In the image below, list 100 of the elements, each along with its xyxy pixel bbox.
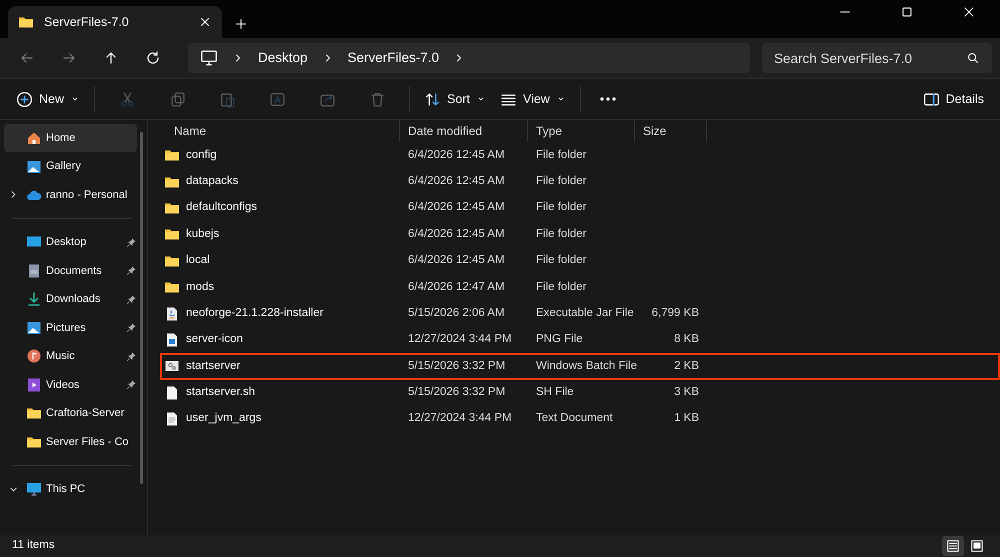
file-icon [164,384,180,401]
gallery-icon [26,158,42,175]
file-row[interactable]: user_jvm_args 12/27/2024 3:44 PM Text Document 1 KB [160,406,1000,432]
details-view-icon [946,539,960,553]
refresh-icon[interactable] [145,50,161,66]
sort-button[interactable]: Sort [418,83,492,115]
music-icon [26,348,42,364]
date-cell-text: 6/4/2026 12:47 AM [407,280,506,295]
date-cell-text: 5/15/2026 2:06 AM [407,306,506,321]
size-cell: 6,799 KB [652,306,699,319]
computer-icon [200,49,218,67]
file-name: user_jvm_args [186,411,262,426]
more-icon [600,97,616,101]
sidebar-item[interactable]: Gallery [4,152,137,181]
file-name: datapacks [186,174,238,189]
sidebar-item[interactable]: Documents [4,256,137,286]
file-row[interactable]: kubejs 6/4/2026 12:45 AM File folder [160,221,1000,248]
sidebar-item[interactable]: Music [4,342,137,371]
file-row[interactable]: startserver.sh 5/15/2026 3:32 PM SH File 3 KB [160,380,1000,406]
file-name: local [186,253,210,268]
home-icon [26,130,42,146]
type-cell-text: File folder [535,280,588,295]
file-row[interactable]: startserver 5/15/2026 3:32 PM Windows Batch File 2 KB [160,353,1000,380]
item-count: 11 items [12,538,55,554]
type-cell-text: File folder [535,200,588,216]
type-cell-text: File folder [535,174,588,189]
date-cell-text: 6/4/2026 12:45 AM [407,174,506,189]
breadcrumb-item[interactable]: Desktop [258,48,308,68]
address-bar[interactable]: Desktop ServerFiles-7.0 [188,43,750,73]
rename-icon [268,90,286,108]
column-header[interactable]: Date modified [400,120,528,142]
details-view-toggle[interactable] [942,536,964,556]
file-name: startserver [186,358,240,374]
trash-icon [368,90,386,108]
sidebar-item[interactable]: Server Files - Co [4,428,137,456]
column-header[interactable]: Size [635,120,707,142]
window-tab[interactable]: ServerFiles-7.0 [8,6,222,38]
scissors-icon [118,90,136,108]
size-cell: 2 KB [674,360,699,372]
search-field[interactable]: Search ServerFiles-7.0 [762,43,992,73]
file-row[interactable]: datapacks 6/4/2026 12:45 AM File folder [160,168,1000,195]
file-name: mods [186,280,214,295]
sidebar-item[interactable]: Desktop [4,228,137,257]
picture-icon [26,320,42,336]
image-file-icon [164,332,180,348]
type-cell-text: PNG File [535,332,584,348]
type-cell-text: Windows Batch File [535,358,635,374]
file-name: kubejs [186,226,220,242]
download-icon [26,291,42,308]
text-file-icon [164,411,180,428]
tiles-view-icon [970,539,984,553]
date-cell-text: 5/15/2026 3:32 PM [407,358,506,374]
sidebar-item[interactable]: Craftoria-Server [4,399,137,428]
maximize-icon[interactable] [900,5,914,19]
date-cell-text: 12/27/2024 3:44 PM [407,332,513,348]
file-name: startserver.sh [186,385,256,400]
new-button[interactable]: New [10,83,86,115]
date-cell-text: 6/4/2026 12:45 AM [407,226,506,242]
clipboard-icon [218,90,236,108]
file-row[interactable]: local 6/4/2026 12:45 AM File folder [160,248,1000,274]
date-cell-text: 12/27/2024 3:44 PM [407,411,513,426]
type-cell-text: File folder [535,226,588,242]
new-tab-icon[interactable] [234,16,248,31]
java-file-icon [164,306,180,322]
type-cell-text: File folder [535,148,588,163]
file-row[interactable]: mods 6/4/2026 12:47 AM File folder [160,274,1000,300]
date-cell-text: 6/4/2026 12:45 AM [407,253,506,268]
monitor-icon [26,481,42,498]
video-icon [26,376,42,393]
details-button[interactable]: Details [916,83,990,115]
file-row[interactable]: defaultconfigs 6/4/2026 12:45 AM File folder [160,194,1000,222]
sidebar-item[interactable]: Videos [4,370,137,400]
file-name: server-icon [186,332,243,348]
size-cell: 8 KB [674,333,699,346]
close-icon[interactable] [962,5,976,19]
column-header[interactable]: Type [528,120,635,142]
sidebar-item[interactable]: Home [4,124,137,152]
search-icon [966,51,980,65]
file-row[interactable]: server-icon 12/27/2024 3:44 PM PNG File 8 KB [160,326,1000,354]
file-row[interactable]: config 6/4/2026 12:45 AM File folder [160,142,1000,168]
document-icon [26,262,42,279]
sidebar-item[interactable]: Pictures [4,314,137,342]
breadcrumb-item[interactable]: ServerFiles-7.0 [348,48,440,68]
sidebar-item[interactable]: ranno - Personal [4,180,137,210]
view-button[interactable]: View [494,83,572,115]
plus-icon [16,90,33,108]
scrollbar[interactable] [140,132,143,484]
column-header[interactable]: Name [160,120,400,142]
type-cell-text: File folder [535,253,588,268]
sidebar-item[interactable]: Downloads [4,285,137,314]
tab-title: ServerFiles-7.0 [44,14,130,31]
copy-icon [168,90,186,108]
details-pane-icon [922,90,940,108]
file-row[interactable]: neoforge-21.1.228-installer 5/15/2026 2:06 AM Executable Jar File 6,799 KB [160,300,1000,327]
file-name: neoforge-21.1.228-installer [186,306,324,321]
type-cell-text: Executable Jar File [535,306,635,321]
file-name: config [186,148,217,163]
type-cell-text: SH File [535,385,575,400]
sidebar-item[interactable]: This PC [4,475,137,504]
size-cell: 3 KB [674,386,699,398]
